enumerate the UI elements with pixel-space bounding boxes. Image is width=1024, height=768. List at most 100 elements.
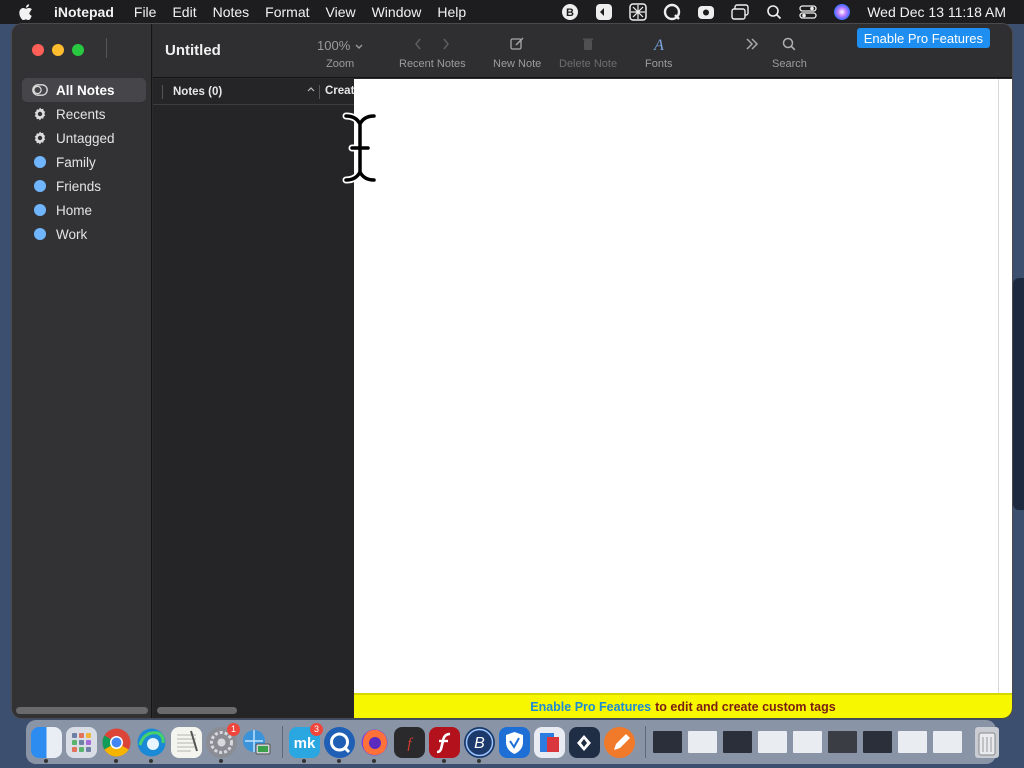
bitdefender-icon[interactable]: B: [559, 3, 581, 21]
minimized-window-thumbnail[interactable]: [932, 730, 963, 754]
minimized-window-thumbnail[interactable]: [722, 730, 753, 754]
apple-icon[interactable]: [16, 2, 36, 22]
dock-separator: [282, 726, 283, 758]
minimized-window-thumbnail[interactable]: [652, 730, 683, 754]
toolbar: Untitled 100% Zoom Recent Notes New Note…: [153, 24, 1012, 78]
recent-notes-control[interactable]: Recent Notes: [399, 34, 466, 70]
flash-player-icon[interactable]: f: [394, 726, 425, 758]
zoom-control[interactable]: 100% Zoom: [317, 34, 363, 70]
screen-recording-icon[interactable]: [695, 3, 717, 21]
sidebar-item-all-notes[interactable]: All Notes: [22, 78, 146, 102]
chevron-down-icon: [355, 38, 363, 53]
edge-icon[interactable]: [136, 727, 167, 763]
tag-dot-icon: [32, 202, 48, 218]
xcode-tools-icon[interactable]: [569, 726, 600, 758]
textedit-icon[interactable]: [171, 726, 202, 758]
enable-pro-button[interactable]: Enable Pro Features: [856, 28, 990, 48]
delete-note-button[interactable]: Delete Note: [559, 34, 617, 70]
zoom-value[interactable]: 100%: [317, 38, 350, 53]
menu-clock[interactable]: Wed Dec 13 11:18 AM: [867, 4, 1006, 20]
menu-help[interactable]: Help: [429, 0, 474, 24]
bitdefender-app-icon[interactable]: B: [464, 726, 495, 763]
notes-count-column[interactable]: Notes (0): [173, 86, 222, 98]
fonts-label: Fonts: [645, 58, 673, 70]
menu-notes[interactable]: Notes: [205, 0, 258, 24]
control-center-icon[interactable]: [797, 3, 819, 21]
pro-features-bar: Enable Pro Features to edit and create c…: [354, 693, 1012, 718]
sidebar-item-label: Family: [56, 154, 96, 170]
minimized-window-thumbnail[interactable]: [897, 730, 928, 754]
sidebar-item-label: Home: [56, 202, 93, 218]
spotlight-icon[interactable]: [763, 3, 785, 21]
network-radar-icon[interactable]: [241, 727, 272, 758]
created-column[interactable]: Creat: [325, 85, 354, 97]
search-button[interactable]: Search: [772, 34, 807, 70]
minimized-window-thumbnail[interactable]: [687, 730, 718, 754]
window-manager-icon[interactable]: [729, 3, 751, 21]
adobe-flash-icon[interactable]: [429, 726, 460, 763]
minimized-window-thumbnail[interactable]: [757, 730, 788, 754]
gear-icon: [32, 106, 48, 122]
dock: 1 mk 3 f B: [26, 720, 999, 764]
minimized-window-thumbnail[interactable]: [827, 730, 858, 754]
fonts-button[interactable]: A Fonts: [645, 34, 673, 71]
svg-text:B: B: [566, 7, 574, 19]
sidebar-item-home[interactable]: Home: [22, 198, 146, 222]
svg-text:mk: mk: [294, 735, 316, 752]
window-title: Untitled: [165, 42, 221, 59]
column-separator: [162, 84, 163, 99]
svg-text:f: f: [407, 736, 413, 752]
sidebar-item-label: Recents: [56, 106, 106, 122]
sidebar-scrollbar[interactable]: [16, 707, 148, 714]
minimized-window-thumbnail[interactable]: [862, 730, 893, 754]
trash-icon[interactable]: [975, 726, 999, 758]
menu-app-name[interactable]: iNotepad: [46, 0, 126, 24]
menu-file[interactable]: File: [126, 0, 165, 24]
minimize-button[interactable]: [52, 44, 64, 56]
window-controls: [32, 44, 92, 56]
sidebar-item-label: Work: [56, 226, 88, 242]
enable-pro-link[interactable]: Enable Pro Features: [530, 700, 651, 714]
menu-bar: iNotepad File Edit Notes Format View Win…: [0, 0, 1024, 24]
menu-edit[interactable]: Edit: [164, 0, 204, 24]
new-note-button[interactable]: New Note: [493, 34, 541, 70]
notes-list-header: Notes (0) Creat: [153, 79, 354, 105]
font-icon: A: [652, 36, 666, 55]
sidebar-item-family[interactable]: Family: [22, 150, 146, 174]
menu-view[interactable]: View: [318, 0, 364, 24]
siri-icon[interactable]: [831, 3, 853, 21]
quicktime-recording-icon[interactable]: [661, 3, 683, 21]
trash-icon: [582, 37, 594, 54]
back-arrow-icon[interactable]: [414, 38, 422, 53]
sidebar-item-untagged[interactable]: Untagged: [22, 126, 146, 150]
minimized-window-thumbnail[interactable]: [792, 730, 823, 754]
sidebar-item-label: Untagged: [56, 130, 115, 146]
pro-bar-text: to edit and create custom tags: [655, 699, 836, 714]
notes-list-scrollbar[interactable]: [157, 707, 237, 714]
forward-arrow-icon[interactable]: [442, 38, 450, 53]
system-settings-icon[interactable]: 1: [206, 722, 240, 763]
sidebar-item-friends[interactable]: Friends: [22, 174, 146, 198]
vpn-shield-icon[interactable]: [499, 726, 530, 758]
nordlayer-icon[interactable]: [627, 3, 649, 21]
note-editor[interactable]: [354, 79, 998, 693]
quicktime-icon[interactable]: [324, 726, 355, 763]
firefox-icon[interactable]: [359, 727, 390, 763]
menu-format[interactable]: Format: [257, 0, 317, 24]
overflow-button[interactable]: [745, 34, 759, 56]
chrome-icon[interactable]: [101, 727, 132, 763]
close-button[interactable]: [32, 44, 44, 56]
sidebar-item-work[interactable]: Work: [22, 222, 146, 246]
sidebar-item-recents[interactable]: Recents: [22, 102, 146, 126]
remote-desktop-icon[interactable]: [534, 726, 565, 758]
sort-chevron-up-icon[interactable]: [307, 84, 315, 95]
launchpad-icon[interactable]: [66, 726, 97, 758]
tripmode-icon[interactable]: [593, 3, 615, 21]
pencil-app-icon[interactable]: [604, 726, 635, 758]
menu-window[interactable]: Window: [364, 0, 430, 24]
compose-icon: [510, 37, 524, 54]
mindnode-icon[interactable]: mk 3: [289, 722, 323, 763]
zoom-window-button[interactable]: [72, 44, 84, 56]
search-icon: [782, 37, 796, 54]
finder-icon[interactable]: [31, 726, 62, 763]
